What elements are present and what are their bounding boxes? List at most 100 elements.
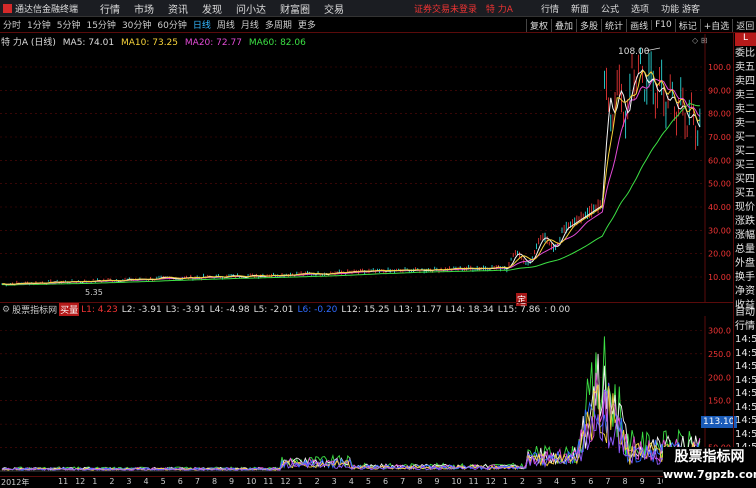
chart-toolbar: 复权 叠加 多股 统计 画线 F10 标记 +自选 返回 (526, 17, 756, 33)
tool-multi-stock[interactable]: 多股 (576, 18, 601, 32)
price-axis-label: 70.00 (708, 133, 731, 142)
tool-draw-line[interactable]: 画线 (626, 18, 651, 32)
date-tick: 11 (468, 477, 479, 486)
indicator-title-bar: ⚙ 股票指标网 买量 L1: 4.23 L2: -3.91 L3: -3.91 … (0, 302, 733, 316)
side-item: 涨跌 (735, 216, 755, 227)
menu-discover[interactable]: 发现 (202, 1, 222, 16)
period-multi[interactable]: 多周期 (262, 18, 295, 31)
menu-wealth[interactable]: 财富圈 (280, 1, 310, 16)
period-intraday[interactable]: 分时 (0, 18, 24, 31)
tool-overlay[interactable]: 叠加 (551, 18, 576, 32)
indicator-axis-label: 250.0 (708, 350, 731, 359)
date-tick: 3 (331, 477, 337, 486)
date-axis-start: 2012年 (1, 478, 30, 487)
tick-item: 14:55 (735, 374, 756, 386)
price-chart[interactable]: 100.0 90.00 80.00 70.00 60.00 50.00 40.00 30.00… (0, 34, 733, 302)
ind-l3: L3: -3.91 (165, 304, 206, 315)
indicator-name[interactable]: 股票指标网 (12, 303, 57, 316)
side-item: 涨幅 (735, 230, 755, 241)
menu-formula[interactable]: 公式 (601, 2, 619, 15)
price-axis-label: 100.0 (708, 63, 731, 72)
period-monthly[interactable]: 月线 (238, 18, 262, 31)
date-tick: 10 (246, 477, 257, 486)
tool-restore-rights[interactable]: 复权 (526, 18, 551, 32)
period-30min[interactable]: 30分钟 (119, 18, 154, 31)
top-right-menu: 行情 新面 公式 选项 功能 (541, 2, 691, 15)
low-price-label: 5.35 (85, 288, 103, 297)
tick-item: 行情 (735, 320, 755, 332)
indicator-current-badge: 113.10 (701, 416, 737, 428)
login-notice: 证券交易未登录 特 力A (414, 2, 513, 15)
app-logo-icon (3, 3, 12, 13)
date-tick: 4 (143, 477, 149, 486)
date-tick: 1 (92, 477, 98, 486)
ind-extra: : 0.00 (544, 304, 571, 315)
menu-new[interactable]: 新面 (571, 2, 589, 15)
tool-add-watchlist[interactable]: +自选 (699, 18, 733, 32)
quote-side-panel: 委比 卖五 卖四 卖三 卖二 卖一 买一 买二 买三 买四 买五 现价 涨跌 涨幅 总量 外盘 换手 净资 收益 (733, 33, 756, 333)
tick-item: 14:56 (735, 428, 756, 440)
menu-quote[interactable]: 行情 (541, 2, 559, 15)
side-item: 净资 (735, 286, 755, 297)
menu-function[interactable]: 功能 (661, 2, 679, 15)
date-tick: 9 (434, 477, 440, 486)
date-axis: 2012年 11 12 1 2 3 4 5 6 7 8 9 10 11 12 1 2 3 4 5 6 7 8 9 10 11 12… (0, 476, 733, 487)
period-daily[interactable]: 日线 (190, 18, 214, 31)
guest-label[interactable]: 游客 (682, 2, 700, 15)
date-tick: 6 (177, 477, 183, 486)
side-item: 卖五 (735, 62, 755, 73)
menu-market[interactable]: 市场 (134, 1, 154, 16)
tool-stats[interactable]: 统计 (601, 18, 626, 32)
indicator-chart[interactable]: 300.0250.0200.0150.0100.050.00 (0, 316, 733, 476)
date-tick: 5 (160, 477, 166, 486)
date-tick: 12 (280, 477, 291, 486)
tick-item: 14:55 (735, 361, 756, 372)
period-5min[interactable]: 5分钟 (54, 18, 84, 31)
menu-news[interactable]: 资讯 (168, 1, 188, 16)
date-tick: 6 (588, 477, 594, 486)
side-item: 委比 (735, 48, 755, 59)
menu-ask[interactable]: 问小达 (236, 1, 266, 16)
period-15min[interactable]: 15分钟 (83, 18, 118, 31)
tick-item: 14:55 (735, 334, 756, 345)
watermark-title: 股票指标网 (674, 449, 745, 465)
high-price-label: 108.00 (618, 47, 650, 57)
side-item: 买四 (735, 174, 755, 185)
date-tick: 5 (365, 477, 371, 486)
date-tick: 7 (194, 477, 200, 486)
ma60-line (1, 102, 700, 286)
price-axis-label: 20.00 (708, 250, 731, 259)
tool-back[interactable]: 返回 (732, 18, 756, 32)
price-axis-label: 60.00 (708, 156, 731, 165)
tool-f10[interactable]: F10 (651, 20, 675, 30)
menu-options[interactable]: 选项 (631, 2, 649, 15)
ind-l15: L15: 7.86 (497, 304, 541, 315)
period-weekly[interactable]: 周线 (214, 18, 238, 31)
ind-l14: L14: 18.34 (445, 304, 494, 315)
tick-item: 14:55 (735, 388, 756, 399)
side-item: 卖二 (735, 104, 755, 115)
period-more[interactable]: 更多 (295, 18, 319, 31)
date-tick: 9 (229, 477, 235, 486)
date-tick: 2 (314, 477, 320, 486)
ind-l5: L5: -2.01 (253, 304, 294, 315)
price-axis-label: 10.00 (708, 273, 731, 282)
tick-item: 14:56 (735, 415, 756, 426)
date-tick: 3 (536, 477, 543, 486)
indicator-gear-icon[interactable]: ⚙ (2, 305, 10, 315)
ma10-line (1, 70, 701, 285)
login-status[interactable]: 证券交易未登录 (414, 5, 477, 15)
tool-mark[interactable]: 标记 (674, 18, 700, 32)
menu-trade[interactable]: 交易 (324, 1, 344, 16)
date-tick: 4 (554, 477, 560, 486)
ind-l13: L13: 11.77 (393, 304, 442, 315)
date-tick: 9 (639, 477, 645, 486)
ind-l4: L4: -4.98 (209, 304, 250, 315)
ind-l1: L1: 4.23 (81, 304, 118, 315)
date-tick: 1 (502, 477, 508, 486)
period-1min[interactable]: 1分钟 (24, 18, 54, 31)
menu-hq[interactable]: 行情 (100, 1, 120, 16)
period-60min[interactable]: 60分钟 (154, 18, 189, 31)
indicator-axis-label: 200.0 (708, 373, 731, 382)
side-item: 换手 (735, 272, 755, 283)
